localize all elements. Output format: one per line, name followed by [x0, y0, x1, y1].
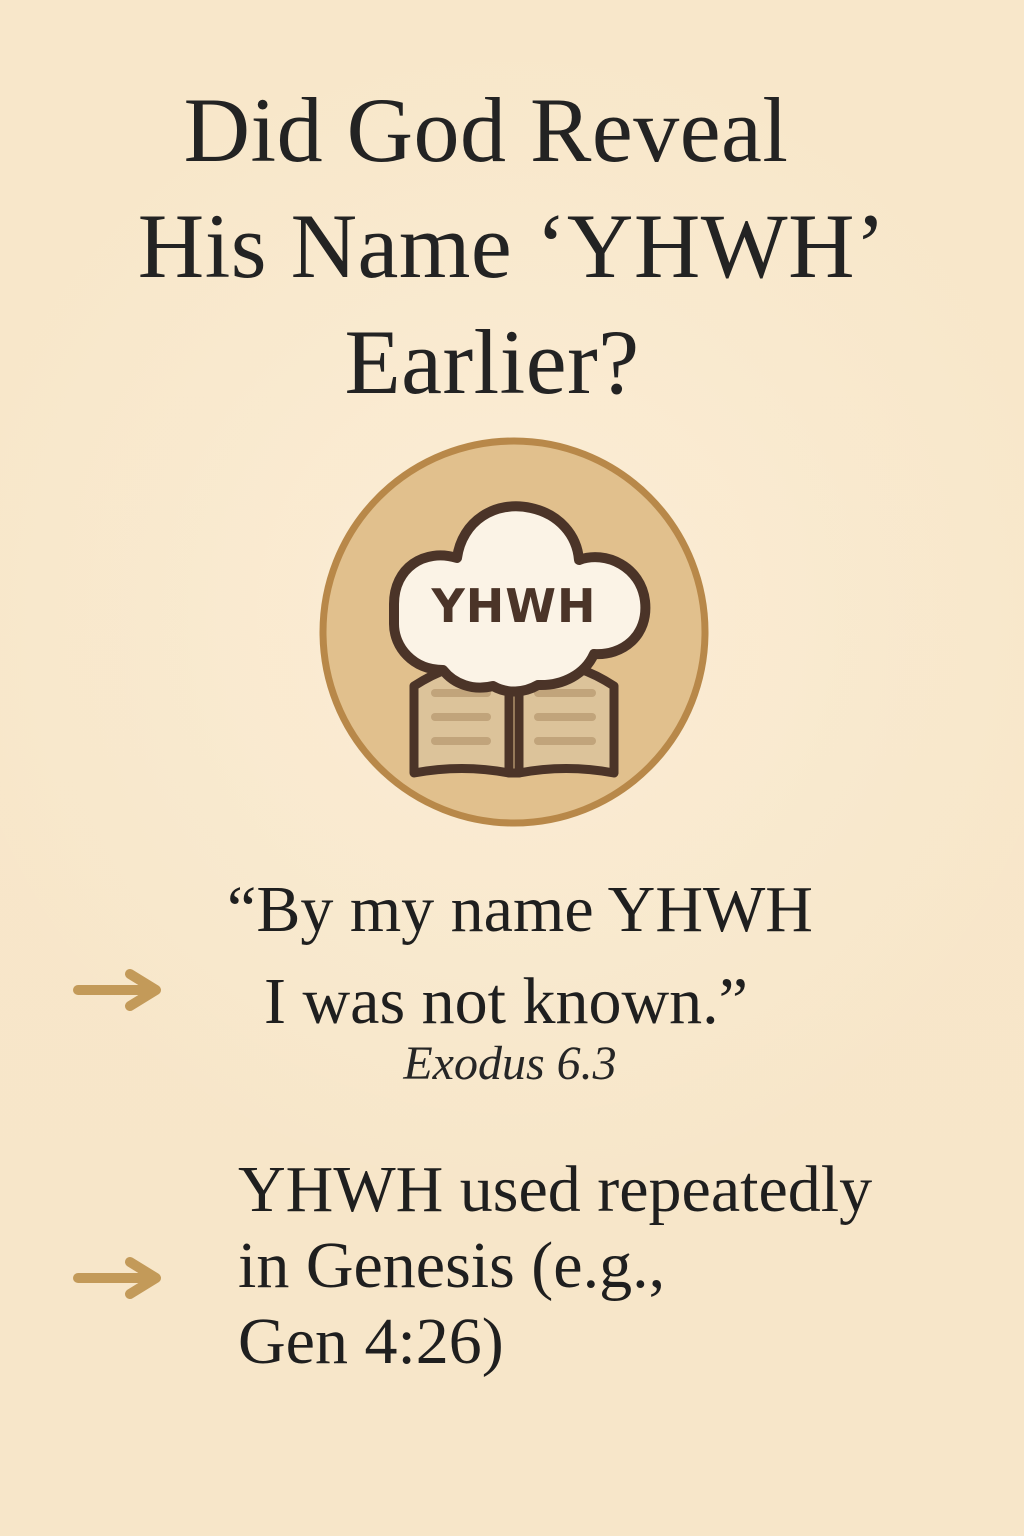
- quote-reference: Exodus 6.3: [403, 1037, 617, 1090]
- page-title: Did God Reveal His Name ‘YHWH’ Earlier?: [0, 72, 1024, 420]
- point-line-1: YHWH used repeatedly: [238, 1153, 873, 1226]
- quote-block: “By my name YHWH I was not known.”: [0, 864, 1024, 1048]
- genesis-point: YHWH used repeatedly in Genesis (e.g., G…: [238, 1152, 958, 1380]
- page: Did God Reveal His Name ‘YHWH’ Earlier? …: [0, 0, 1024, 1536]
- point-line-3: Gen 4:26): [238, 1305, 504, 1378]
- title-line-1: Did God Reveal: [183, 79, 789, 181]
- point-line-2: in Genesis (e.g.,: [238, 1229, 666, 1302]
- emblem-label: YHWH: [430, 579, 596, 633]
- quote-line-1: “By my name YHWH: [227, 873, 813, 946]
- title-line-2: His Name ‘YHWH’: [137, 195, 887, 297]
- yhwh-emblem-icon: YHWH: [319, 437, 709, 827]
- right-arrow-icon: [73, 1257, 161, 1299]
- title-line-3: Earlier?: [344, 311, 640, 413]
